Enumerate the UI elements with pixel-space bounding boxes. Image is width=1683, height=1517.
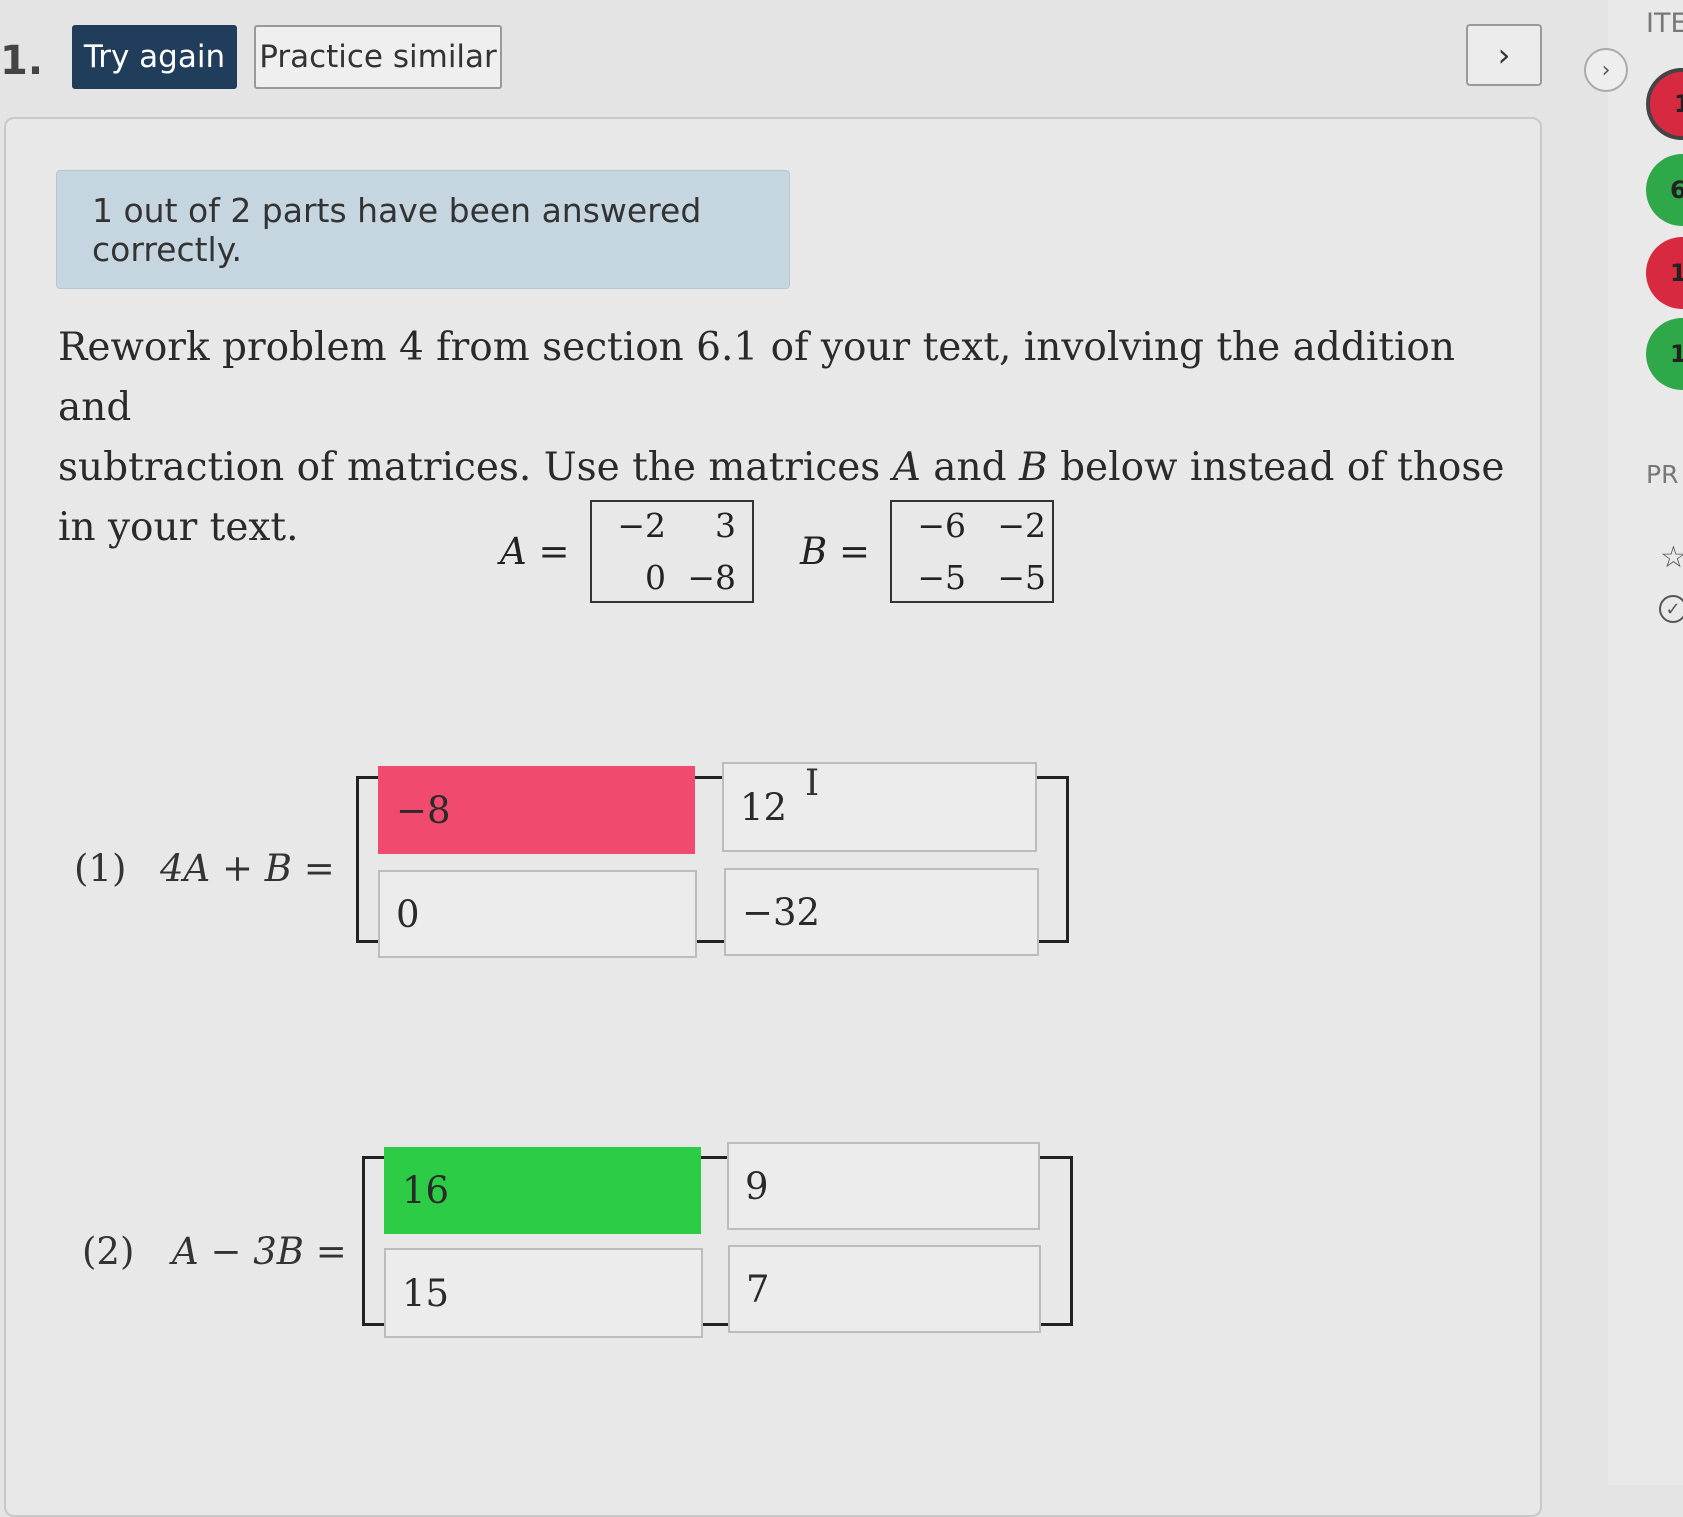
matrix-b-label: B =: [800, 530, 870, 573]
status-text: 1 out of 2 parts have been answered corr…: [92, 190, 702, 269]
part-1-expression: 4A + B =: [160, 847, 335, 890]
try-again-button[interactable]: Try again: [72, 25, 237, 89]
matrix-b-cell: −5: [997, 558, 1046, 597]
answer-cell[interactable]: 15: [384, 1248, 703, 1338]
chevron-right-icon: ›: [1497, 36, 1511, 74]
practice-similar-button[interactable]: Practice similar: [254, 25, 502, 89]
answer-cell[interactable]: 7: [728, 1245, 1041, 1333]
sidebar-collapse-button[interactable]: ›: [1584, 48, 1628, 92]
given-matrices: A = −2 3 0 −8 B = −6 −2 −5 −5: [500, 500, 1080, 605]
part-1-label: (1): [74, 847, 127, 890]
chevron-right-icon: ›: [1601, 57, 1611, 83]
matrix-b-cell: −6: [917, 506, 966, 545]
matrix-a-label: A =: [500, 530, 570, 573]
matrix-a-cell: −2: [617, 506, 666, 545]
var-a: A: [892, 445, 921, 490]
matrix-a-cell: 0: [645, 558, 666, 597]
sidebar-title: ITE: [1646, 8, 1683, 39]
sidebar-section-label: PR: [1646, 460, 1679, 489]
answer-cell[interactable]: 16: [384, 1147, 701, 1234]
status-banner: 1 out of 2 parts have been answered corr…: [56, 170, 790, 289]
matrix-b-cell: −5: [917, 558, 966, 597]
answer-cell[interactable]: 12: [722, 762, 1037, 852]
answer-cell[interactable]: −8: [378, 766, 695, 854]
matrix-a-cell: −8: [687, 558, 736, 597]
var-b: B: [1019, 445, 1048, 490]
part-2-label: (2): [82, 1230, 135, 1273]
answer-cell[interactable]: 9: [727, 1142, 1040, 1230]
matrix-b: −6 −2 −5 −5: [890, 500, 1054, 603]
answer-cell[interactable]: 0: [378, 870, 697, 958]
answer-cell[interactable]: −32: [724, 868, 1039, 956]
matrix-b-cell: −2: [997, 506, 1046, 545]
matrix-a-cell: 3: [715, 506, 736, 545]
star-icon[interactable]: ☆: [1660, 540, 1683, 575]
check-circle-icon[interactable]: ✓: [1659, 595, 1683, 623]
problem-line-1: Rework problem 4 from section 6.1 of you…: [58, 325, 1456, 430]
question-number: 1.: [0, 38, 44, 84]
matrix-a: −2 3 0 −8: [590, 500, 754, 603]
next-question-button[interactable]: ›: [1466, 24, 1542, 86]
text-cursor-icon: I: [805, 763, 820, 804]
part-2-expression: A − 3B =: [172, 1230, 347, 1273]
